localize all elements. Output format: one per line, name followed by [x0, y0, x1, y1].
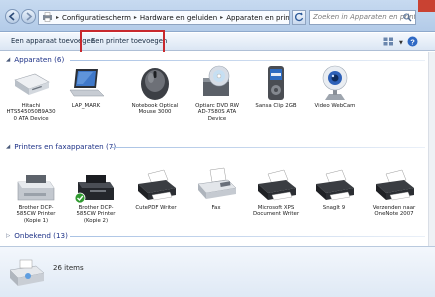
arrow-right-icon [26, 12, 33, 21]
printer-icon [368, 166, 420, 204]
device-item[interactable]: Optiarc DVD RW AD-7580S ATA Device [191, 64, 243, 122]
forward-button[interactable] [21, 9, 36, 24]
printer-default-icon [70, 166, 122, 204]
printer-item[interactable]: Microsoft XPS Document Writer [250, 166, 302, 218]
device-label: Sansa Clip 2GB [255, 103, 297, 109]
group-header-unknown[interactable]: ▷ Onbekend (13) [6, 231, 68, 240]
breadcrumb[interactable]: ▸ Configuratiescherm ▸ Hardware en gelui… [38, 10, 290, 25]
printer-item[interactable]: Fax [190, 166, 242, 211]
group-title: Apparaten (6) [14, 55, 65, 64]
refresh-button[interactable] [292, 10, 306, 25]
search-input[interactable]: Zoeken in Apparaten en printers [309, 10, 416, 25]
printer-icon [130, 166, 182, 204]
printer-label: Fax [211, 205, 221, 211]
help-icon[interactable]: ? [407, 36, 418, 49]
chevron-right-icon: ▸ [220, 14, 224, 21]
laptop-icon [60, 64, 112, 102]
mouse-icon [129, 64, 181, 102]
svg-text:?: ? [410, 37, 415, 46]
device-item[interactable]: Video WebCam [309, 64, 361, 109]
printer-label: Verzenden naar OneNote 2007 [372, 205, 416, 218]
printer-device-icon [6, 256, 46, 292]
view-options: ▼ ? [383, 36, 418, 49]
device-item[interactable]: Notebook Optical Mouse 3000 [129, 64, 181, 116]
breadcrumb-item-configuratiescherm[interactable]: Configuratiescherm [62, 14, 131, 22]
webcam-icon [309, 64, 361, 102]
group-header-printers[interactable]: ◢ Printers en faxapparaten (7) [6, 142, 116, 151]
fax-icon [190, 166, 242, 204]
breadcrumb-item-apparaten[interactable]: Apparaten en printers [226, 14, 289, 22]
search-icon [403, 13, 412, 24]
chevron-down-icon[interactable]: ▼ [399, 40, 403, 46]
device-label: Video WebCam [314, 103, 356, 109]
search-placeholder: Zoeken in Apparaten en printers [313, 13, 416, 21]
group-divider [70, 236, 425, 237]
printer-icon [10, 166, 62, 204]
device-item[interactable]: Sansa Clip 2GB [250, 64, 302, 109]
group-title: Printers en faxapparaten (7) [14, 142, 117, 151]
group-title: Onbekend (13) [14, 231, 68, 240]
expand-triangle-icon: ◢ [6, 56, 11, 63]
mp3-player-icon [250, 64, 302, 102]
breadcrumb-item-hardware[interactable]: Hardware en geluiden [140, 14, 217, 22]
group-divider [112, 147, 425, 148]
chevron-right-icon: ▸ [133, 14, 137, 21]
scrollbar[interactable] [428, 52, 435, 246]
close-button[interactable] [418, 0, 435, 12]
printer-item[interactable]: Brother DCP-585CW Printer (Kopie 2) [70, 166, 122, 224]
device-item[interactable]: Hitachi HTS545050B9A30 0 ATA Device [5, 64, 57, 122]
printer-item[interactable]: Verzenden naar OneNote 2007 [368, 166, 420, 218]
printer-label: Brother DCP-585CW Printer (Kopie 2) [76, 205, 116, 224]
device-label: Hitachi HTS545050B9A30 0 ATA Device [6, 103, 56, 122]
printer-item[interactable]: CutePDF Writer [130, 166, 182, 211]
hard-drive-icon [5, 64, 57, 102]
device-label: Optiarc DVD RW AD-7580S ATA Device [195, 103, 239, 122]
group-header-devices[interactable]: ◢ Apparaten (6) [6, 55, 64, 64]
printer-icon [250, 166, 302, 204]
refresh-icon [295, 12, 304, 22]
printer-icon [308, 166, 360, 204]
printer-folder-icon [42, 11, 53, 24]
command-bar: Een apparaat toevoegen Een printer toevo… [0, 33, 435, 51]
collapse-triangle-icon: ▷ [6, 232, 11, 239]
group-divider [70, 60, 425, 61]
printer-label: CutePDF Writer [135, 205, 177, 211]
view-icon[interactable] [383, 37, 395, 48]
item-count: 26 items [53, 264, 84, 272]
expand-triangle-icon: ◢ [6, 143, 11, 150]
printer-label: Microsoft XPS Document Writer [252, 205, 300, 218]
device-label: LAP_MARK [71, 103, 101, 109]
back-button[interactable] [5, 9, 20, 24]
printer-label: Brother DCP-585CW Printer (Kopie 1) [16, 205, 56, 224]
content-area: ◢ Apparaten (6) Hitachi HTS545050B9A30 0… [0, 52, 428, 246]
printer-item[interactable]: SnagIt 9 [308, 166, 360, 211]
printer-label: SnagIt 9 [322, 205, 346, 211]
chevron-right-icon: ▸ [56, 14, 60, 21]
dvd-drive-icon [191, 64, 243, 102]
printer-item[interactable]: Brother DCP-585CW Printer (Kopie 1) [10, 166, 62, 224]
device-label: Notebook Optical Mouse 3000 [131, 103, 179, 116]
arrow-left-icon [8, 12, 15, 21]
device-item[interactable]: LAP_MARK [60, 64, 112, 109]
address-bar: ▸ Configuratiescherm ▸ Hardware en gelui… [0, 0, 435, 32]
details-pane: 26 items [0, 246, 435, 297]
